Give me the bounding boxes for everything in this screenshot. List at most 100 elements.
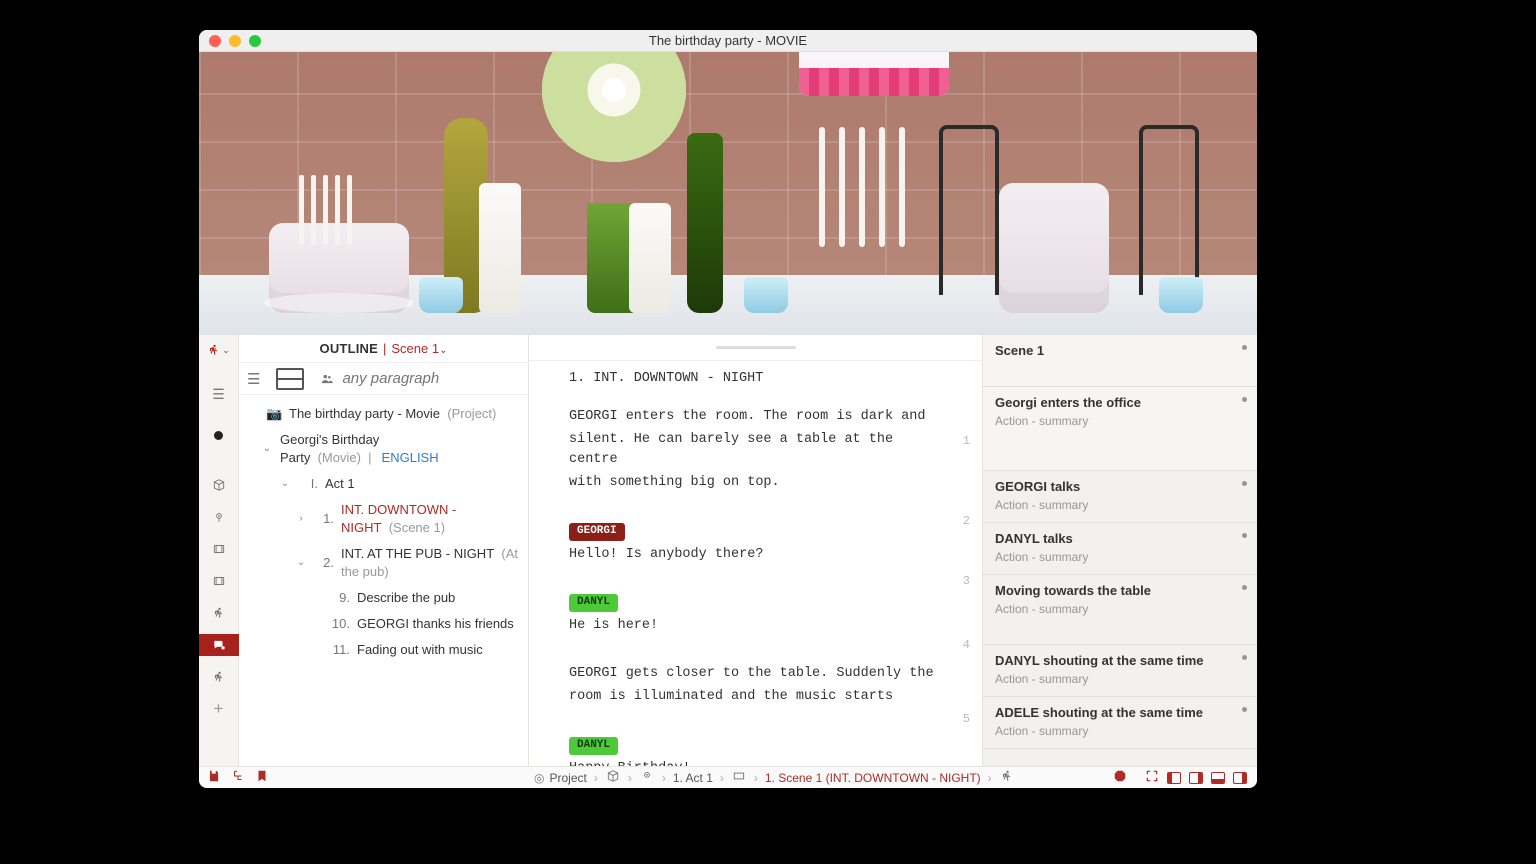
- card-dot-icon: [1242, 707, 1247, 712]
- editor-drag-handle[interactable]: [529, 335, 982, 361]
- rail-mode-button[interactable]: ⌄: [207, 343, 230, 357]
- filter-lines-icon[interactable]: ☰: [208, 383, 230, 405]
- outline-header-label: OUTLINE: [320, 341, 378, 356]
- card-subtitle: Action - summary: [995, 414, 1245, 428]
- inspector-card[interactable]: Georgi enters the office Action - summar…: [983, 387, 1257, 471]
- dialogue-line[interactable]: He is here!: [529, 614, 982, 638]
- film-icon[interactable]: [208, 538, 230, 560]
- chevron-down-icon[interactable]: ⌄: [279, 475, 291, 493]
- dialogue-line[interactable]: Hello! Is anybody there?: [529, 543, 982, 567]
- chevron-down-icon[interactable]: ⌄: [261, 440, 273, 458]
- card-dot-icon: [1242, 585, 1247, 590]
- card-dot-icon: [1242, 481, 1247, 486]
- card-subtitle: Action - summary: [995, 672, 1245, 686]
- character-tag-georgi: GEORGI: [569, 523, 625, 541]
- save-icon[interactable]: [207, 769, 221, 786]
- action-line[interactable]: GEORGI enters the room. The room is dark…: [529, 405, 982, 429]
- inspector-card[interactable]: DANYL talks Action - summary: [983, 523, 1257, 575]
- character-tag-danyl: DANYL: [569, 594, 618, 612]
- tree-row-beat[interactable]: 10. GEORGI thanks his friends: [239, 611, 528, 637]
- card-title: Georgi enters the office: [995, 395, 1245, 410]
- running-icon-2[interactable]: [208, 602, 230, 624]
- action-line[interactable]: with something big on top.: [529, 471, 982, 495]
- add-icon[interactable]: +: [208, 698, 230, 720]
- breadcrumb: ◎ Project › › › 1. Act 1 › › 1. Scene 1 …: [529, 769, 1135, 786]
- people-icon[interactable]: [320, 370, 334, 388]
- tree-row-project[interactable]: 📷 The birthday party - Movie (Project): [239, 401, 528, 427]
- card-view-icon[interactable]: [276, 368, 304, 390]
- inspector-card[interactable]: GEORGI talks Action - summary: [983, 471, 1257, 523]
- tree-row-movie[interactable]: ⌄ Georgi's Birthday Party (Movie) |ENGLI…: [239, 427, 528, 471]
- card-subtitle: Action - summary: [995, 498, 1245, 512]
- toggle-bottom-panel-icon[interactable]: [1211, 772, 1225, 784]
- tree-row-beat[interactable]: 9. Describe the pub: [239, 585, 528, 611]
- inspector-card[interactable]: Moving towards the table Action - summar…: [983, 575, 1257, 645]
- action-line[interactable]: room is illuminated and the music starts: [529, 685, 982, 709]
- minimize-window-button[interactable]: [229, 35, 241, 47]
- tree-row-beat[interactable]: 11. Fading out with music: [239, 637, 528, 663]
- crumb-project[interactable]: Project: [549, 771, 586, 785]
- inspector-card[interactable]: DANYL shouting at the same time Action -…: [983, 645, 1257, 697]
- main-area: ⌄ ☰ + OUTLINE | Scene 1⌄ ☰: [199, 335, 1257, 766]
- card-subtitle: Action - summary: [995, 602, 1245, 616]
- close-window-button[interactable]: [209, 35, 221, 47]
- fullscreen-icon[interactable]: [1145, 769, 1159, 786]
- target-icon[interactable]: ◎: [534, 771, 544, 785]
- tree-row-scene-1[interactable]: › 1. INT. DOWNTOWN - NIGHT (Scene 1): [239, 497, 528, 541]
- crumb-scene[interactable]: 1. Scene 1 (INT. DOWNTOWN - NIGHT): [765, 771, 981, 785]
- titlebar: The birthday party - MOVIE: [199, 30, 1257, 52]
- card-title: Moving towards the table: [995, 583, 1245, 598]
- window-controls: [199, 35, 261, 47]
- chevron-right-icon[interactable]: ›: [295, 510, 307, 528]
- status-bar: ◎ Project › › › 1. Act 1 › › 1. Scene 1 …: [199, 766, 1257, 788]
- card-dot-icon: [1242, 533, 1247, 538]
- left-rail: ⌄ ☰ +: [199, 335, 239, 766]
- character-cue[interactable]: GEORGI: [529, 519, 982, 543]
- page-number: 3: [963, 573, 970, 590]
- chevron-down-icon: ⌄: [439, 345, 447, 356]
- dialogue-line[interactable]: Happy Birthday!: [529, 757, 982, 766]
- tree-icon[interactable]: [231, 769, 245, 786]
- pin-icon[interactable]: [208, 506, 230, 528]
- character-tag-danyl: DANYL: [569, 737, 618, 755]
- script-editor: 1.INT. DOWNTOWN - NIGHT GEORGI enters th…: [529, 335, 983, 766]
- pin-icon: [640, 769, 654, 786]
- inspector-scene-card[interactable]: Scene 1: [983, 335, 1257, 387]
- action-line[interactable]: GEORGI gets closer to the table. Suddenl…: [529, 662, 982, 686]
- filter-icon[interactable]: ☰: [247, 370, 260, 388]
- script-body[interactable]: 1.INT. DOWNTOWN - NIGHT GEORGI enters th…: [529, 361, 982, 766]
- zoom-window-button[interactable]: [249, 35, 261, 47]
- character-cue[interactable]: DANYL: [529, 733, 982, 757]
- tree-row-act[interactable]: ⌄ I. Act 1: [239, 471, 528, 497]
- character-cue[interactable]: DANYL: [529, 590, 982, 614]
- chevron-down-icon[interactable]: ⌄: [295, 554, 307, 572]
- inspector-card[interactable]: ADELE shouting at the same time Action -…: [983, 697, 1257, 749]
- outline-header: OUTLINE | Scene 1⌄: [239, 335, 528, 363]
- card-subtitle: Action - summary: [995, 550, 1245, 564]
- running-icon-3[interactable]: [208, 666, 230, 688]
- toggle-right-panel-icon[interactable]: [1189, 772, 1203, 784]
- running-icon: [207, 343, 221, 357]
- outline-search-input[interactable]: [342, 370, 543, 387]
- dialog-icon[interactable]: [199, 634, 239, 656]
- film-icon-2[interactable]: [208, 570, 230, 592]
- toggle-left-panel-icon[interactable]: [1167, 772, 1181, 784]
- bookmark-icon[interactable]: [255, 769, 269, 786]
- crumb-act[interactable]: 1. Act 1: [673, 771, 713, 785]
- page-number: 4: [963, 637, 970, 654]
- toggle-inspector-icon[interactable]: [1233, 772, 1247, 784]
- action-line[interactable]: silent. He can barely see a table at the…: [529, 428, 982, 471]
- cube-icon[interactable]: [208, 474, 230, 496]
- running-icon: [1000, 769, 1014, 786]
- outline-tree[interactable]: 📷 The birthday party - Movie (Project) ⌄…: [239, 395, 528, 766]
- outline-scene-selector[interactable]: Scene 1⌄: [391, 341, 447, 356]
- rail-dot-button[interactable]: [214, 431, 223, 440]
- chevron-down-icon: ⌄: [222, 345, 230, 356]
- card-dot-icon: [1242, 397, 1247, 402]
- tree-row-scene-2[interactable]: ⌄ 2. INT. AT THE PUB - NIGHT (At the pub…: [239, 541, 528, 585]
- project-banner-image[interactable]: [199, 52, 1257, 335]
- card-title: ADELE shouting at the same time: [995, 705, 1245, 720]
- outline-header-sep: |: [383, 341, 386, 356]
- scene-heading[interactable]: 1.INT. DOWNTOWN - NIGHT: [529, 367, 982, 391]
- stop-icon[interactable]: [1113, 769, 1127, 786]
